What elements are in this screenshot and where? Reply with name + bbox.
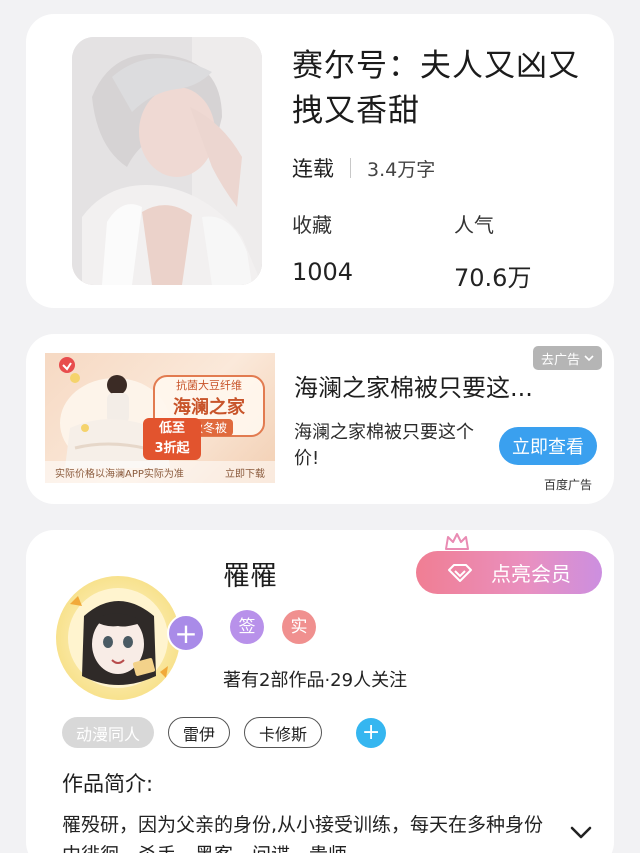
ad-image-footer: 实际价格以海澜APP实际为准 立即下载 — [45, 461, 275, 483]
ad-price-top: 低至 — [158, 421, 185, 436]
book-info-card: 赛尔号：夫人又凶又拽又香甜 连载 3.4万字 收藏 1004 人气 70.6万 — [26, 14, 614, 308]
ad-description: 海澜之家棉被只要这个价! — [294, 422, 474, 469]
ad-footer-left: 实际价格以海澜APP实际为准 — [55, 468, 184, 480]
intro-text: 罹殁研，因为父亲的身份,从小接受训练，每天在多种身份中徘徊，杀手、黑客、间谍、贵… — [62, 814, 544, 853]
avatar[interactable] — [56, 576, 180, 700]
crown-icon — [445, 533, 469, 550]
tag-item[interactable]: 动漫同人 — [62, 717, 155, 748]
verified-badge: 实 — [282, 610, 316, 644]
cover-illustration — [72, 37, 262, 285]
author-avatar-wrap[interactable]: + — [50, 568, 205, 708]
signed-author-badge: 签 — [230, 610, 264, 644]
remove-ad-button[interactable]: 去广告 — [532, 346, 602, 370]
view-now-button[interactable]: 立即查看 — [499, 427, 597, 465]
favorites-value: 1004 — [292, 258, 354, 286]
ad-badge-top-text: 抗菌大豆纤维 — [176, 378, 242, 392]
ad-price-main: 3折起 — [154, 441, 190, 456]
ad-badge-main-text: 海澜之家 — [173, 396, 245, 418]
tag-item[interactable]: 雷伊 — [168, 717, 231, 748]
favorites-label: 收藏 — [292, 213, 332, 237]
intro-heading: 作品简介: — [62, 772, 154, 796]
popularity-value: 70.6万 — [454, 264, 532, 292]
ad-title: 海澜之家棉被只要这... — [294, 374, 533, 402]
chevron-down-icon[interactable] — [570, 826, 592, 840]
book-title: 赛尔号：夫人又凶又拽又香甜 — [292, 48, 580, 129]
author-name[interactable]: 罹罹 — [223, 554, 277, 593]
follow-author-button[interactable]: + — [167, 614, 205, 652]
author-meta: 著有2部作品·29人关注 — [223, 670, 408, 691]
avatar-illustration — [68, 588, 168, 688]
ad-card[interactable]: 抗菌大豆纤维 海澜之家 秋冬被 低至 3折起 实际价格以海澜APP实际为准 立即… — [26, 334, 614, 504]
vip-button-label: 点亮会员 — [491, 562, 571, 586]
chevron-down-icon — [584, 355, 594, 362]
tag-list: 动漫同人 雷伊 卡修斯 + — [62, 717, 387, 748]
add-tag-button[interactable]: + — [356, 717, 387, 748]
ad-source-label: 百度广告 — [543, 478, 592, 492]
word-count: 3.4万字 — [367, 158, 436, 181]
popularity-label: 人气 — [454, 213, 494, 237]
popularity-stat: 人气 70.6万 — [454, 210, 531, 293]
activate-vip-button[interactable]: 点亮会员 — [416, 551, 602, 594]
favorites-stat: 收藏 1004 — [292, 210, 353, 286]
tag-item[interactable]: 卡修斯 — [244, 717, 323, 748]
book-cover-image[interactable] — [72, 37, 262, 285]
diamond-icon — [448, 563, 472, 582]
ad-image[interactable]: 抗菌大豆纤维 海澜之家 秋冬被 低至 3折起 实际价格以海澜APP实际为准 立即… — [45, 353, 275, 483]
divider — [350, 158, 351, 178]
book-status-row: 连载 3.4万字 — [292, 153, 435, 183]
ad-price-tag: 低至 3折起 — [143, 418, 201, 460]
serial-status: 连载 — [292, 157, 334, 181]
remove-ad-label: 去广告 — [540, 352, 580, 368]
author-card: + 罹罹 签 实 著有2部作品·29人关注 点亮会员 动漫同人 雷伊 卡修斯 +… — [26, 530, 614, 853]
ad-footer-right: 立即下载 — [225, 468, 265, 480]
